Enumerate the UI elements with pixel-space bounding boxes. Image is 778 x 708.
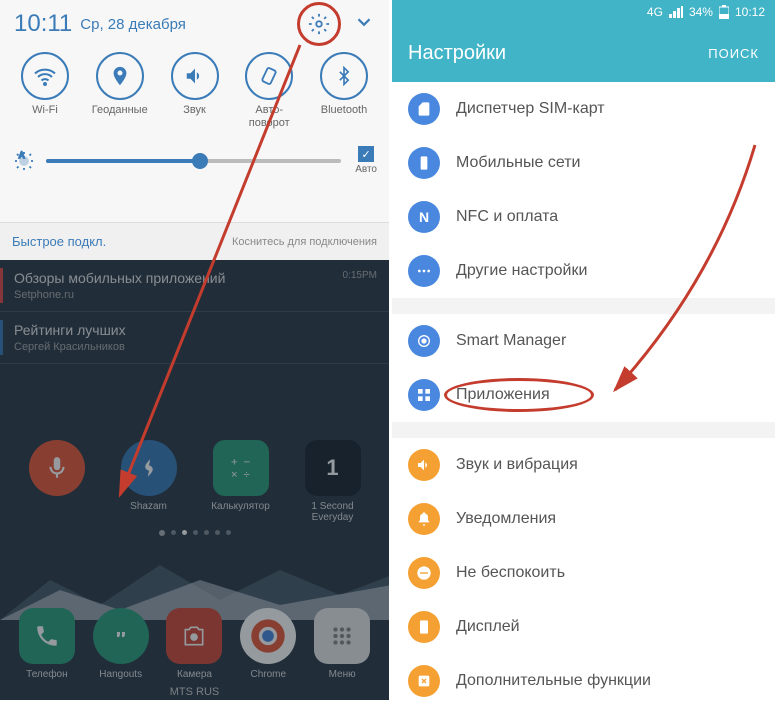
- svg-text:A: A: [19, 151, 25, 160]
- setting-sim[interactable]: Диспетчер SIM-карт: [392, 82, 775, 136]
- toggle-bluetooth[interactable]: Bluetooth: [309, 52, 379, 130]
- setting-display[interactable]: Дисплей: [392, 600, 775, 654]
- smart-manager-icon: [416, 333, 432, 349]
- settings-title: Настройки: [408, 42, 506, 65]
- quick-connect-hint: Коснитесь для подключения: [232, 236, 377, 248]
- notification-panel-top: 10:11 Ср, 28 декабря Wi-Fi Геоданные: [0, 0, 389, 222]
- battery-percent: 34%: [689, 5, 713, 19]
- auto-brightness-checkbox[interactable]: ✓ Авто: [355, 146, 377, 175]
- status-row: 10:11 Ср, 28 декабря: [8, 0, 381, 48]
- expand-button[interactable]: [353, 11, 375, 38]
- clock-time: 10:11: [14, 10, 72, 38]
- gear-icon: [308, 13, 330, 35]
- brightness-icon: A: [12, 149, 36, 173]
- rotate-icon: [258, 65, 280, 87]
- clock-date: Ср, 28 декабря: [80, 16, 186, 33]
- toggle-sound[interactable]: Звук: [160, 52, 230, 130]
- notifications-icon: [416, 511, 432, 527]
- display-icon: [416, 619, 432, 635]
- setting-notifications[interactable]: Уведомления: [392, 492, 775, 546]
- sound-setting-icon: [416, 457, 432, 473]
- toggle-location[interactable]: Геоданные: [85, 52, 155, 130]
- sim-icon: [416, 101, 432, 117]
- quick-connect-title: Быстрое подкл.: [12, 234, 106, 249]
- status-time: 10:12: [735, 5, 765, 19]
- phone-settings: 4G 34% 10:12 Настройки ПОИСК Диспетчер S…: [392, 0, 775, 700]
- dnd-icon: [416, 565, 432, 581]
- notification-area: Обзоры мобильных приложений Setphone.ru …: [0, 260, 389, 700]
- chevron-down-icon: [353, 11, 375, 33]
- setting-smart-manager[interactable]: Smart Manager: [392, 314, 775, 368]
- setting-dnd[interactable]: Не беспокоить: [392, 546, 775, 600]
- quick-connect-bar[interactable]: Быстрое подкл. Коснитесь для подключения: [0, 222, 389, 260]
- quick-toggles: Wi-Fi Геоданные Звук Авто- поворот Bluet…: [8, 48, 381, 138]
- brightness-row: A ✓ Авто: [8, 138, 381, 183]
- network-indicator: 4G: [647, 5, 663, 19]
- setting-mobile[interactable]: Мобильные сети: [392, 136, 775, 190]
- dots-icon: [416, 263, 432, 279]
- status-bar: 4G 34% 10:12: [392, 0, 775, 24]
- dim-overlay: [0, 260, 389, 700]
- battery-icon: [719, 5, 729, 19]
- toggle-rotate[interactable]: Авто- поворот: [234, 52, 304, 130]
- setting-sound[interactable]: Звук и вибрация: [392, 438, 775, 492]
- search-button[interactable]: ПОИСК: [708, 46, 759, 61]
- setting-more[interactable]: Другие настройки: [392, 244, 775, 298]
- settings-header: Настройки ПОИСК: [392, 24, 775, 82]
- phone-quick-panel: 10:11 Ср, 28 декабря Wi-Fi Геоданные: [0, 0, 392, 700]
- setting-apps[interactable]: Приложения: [392, 368, 775, 422]
- toggle-wifi[interactable]: Wi-Fi: [10, 52, 80, 130]
- location-icon: [109, 65, 131, 87]
- mobile-networks-icon: [416, 155, 432, 171]
- settings-button[interactable]: [299, 4, 339, 44]
- advanced-icon: [416, 673, 432, 689]
- settings-list[interactable]: Диспетчер SIM-карт Мобильные сети NNFC и…: [392, 82, 775, 708]
- sound-icon: [184, 65, 206, 87]
- brightness-slider[interactable]: [46, 159, 341, 163]
- wifi-icon: [33, 64, 57, 88]
- apps-icon: [416, 387, 432, 403]
- setting-nfc[interactable]: NNFC и оплата: [392, 190, 775, 244]
- signal-icon: [669, 6, 683, 18]
- bluetooth-icon: [334, 66, 354, 86]
